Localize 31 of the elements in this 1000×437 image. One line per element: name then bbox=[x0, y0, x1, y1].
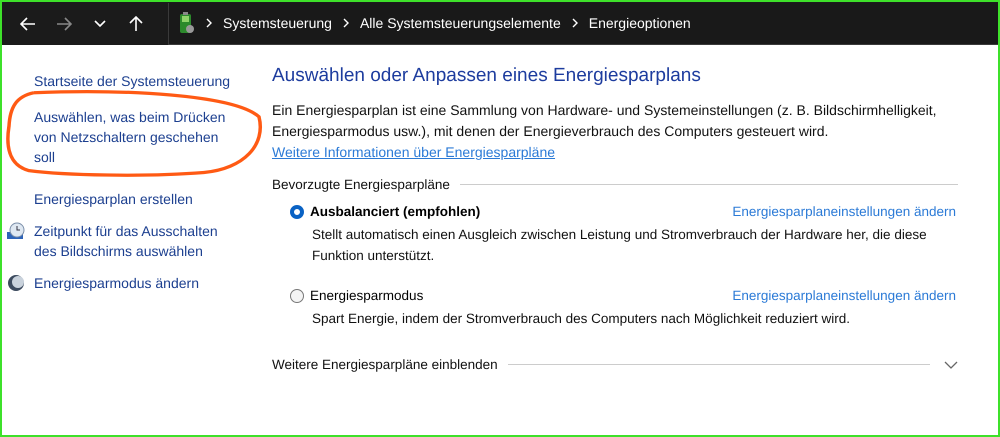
plan-description: Stellt automatisch einen Ausgleich zwischen Leistung und Stromverbrauch der Hardware her, die diese Funktion unterstützt. bbox=[312, 226, 928, 265]
sidebar-link[interactable]: Zeitpunkt für das Ausschalten des Bildschirms auswählen bbox=[34, 221, 239, 261]
battery-icon bbox=[177, 12, 195, 34]
expand-chevron-icon[interactable] bbox=[944, 360, 958, 370]
breadcrumb-item[interactable]: Alle Systemsteuerungselemente bbox=[360, 15, 561, 31]
up-arrow-icon[interactable] bbox=[129, 16, 143, 32]
chevron-icon bbox=[205, 18, 213, 28]
plan-name[interactable]: Ausbalanciert (empfohlen) bbox=[310, 204, 726, 219]
plan-settings-link[interactable]: Energiesparplaneinstellungen ändern bbox=[732, 288, 956, 303]
plan-description: Spart Energie, indem der Stromverbrauch des Computers nach Möglichkeit reduziert wird. bbox=[312, 310, 851, 328]
page-title: Auswählen oder Anpassen eines Energiesparplans bbox=[272, 65, 702, 87]
clock-icon bbox=[6, 221, 26, 241]
plan-name[interactable]: Energiesparmodus bbox=[310, 288, 726, 303]
intro-text: Ein Energiesparplan ist eine Sammlung von Hardware- und Systemeinstellungen (z. B. Bildschirmhelligkeit, Energiesparmodus usw.), mit denen der Energieverbrauch des Computers gesteuert wird. Weitere Informationen über Energiesparpläne bbox=[272, 101, 938, 162]
chevron-icon bbox=[570, 18, 579, 28]
sidebar-link[interactable]: Startseite der Systemsteuerung bbox=[34, 71, 239, 91]
chevron-down-icon[interactable] bbox=[94, 20, 106, 28]
sidebar-link[interactable]: Energiesparmodus ändern bbox=[34, 273, 239, 293]
forward-arrow-icon[interactable] bbox=[56, 16, 72, 30]
radio-button[interactable] bbox=[290, 204, 304, 218]
back-arrow-icon[interactable] bbox=[20, 16, 36, 30]
expand-label[interactable]: Weitere Energiesparpläne einblenden bbox=[272, 357, 498, 372]
breadcrumb-item[interactable]: Systemsteuerung bbox=[223, 15, 332, 31]
breadcrumb-item[interactable]: Energieoptionen bbox=[588, 15, 691, 31]
info-link[interactable]: Weitere Informationen über Energiesparpläne bbox=[272, 144, 556, 160]
radio-button[interactable] bbox=[290, 288, 304, 302]
section-label: Bevorzugte Energiesparpläne bbox=[272, 177, 450, 192]
plan-settings-link[interactable]: Energiesparplaneinstellungen ändern bbox=[732, 204, 956, 219]
sidebar-link[interactable]: Energiesparplan erstellen bbox=[34, 189, 239, 209]
moon-icon bbox=[6, 273, 26, 293]
chevron-icon bbox=[342, 18, 350, 28]
